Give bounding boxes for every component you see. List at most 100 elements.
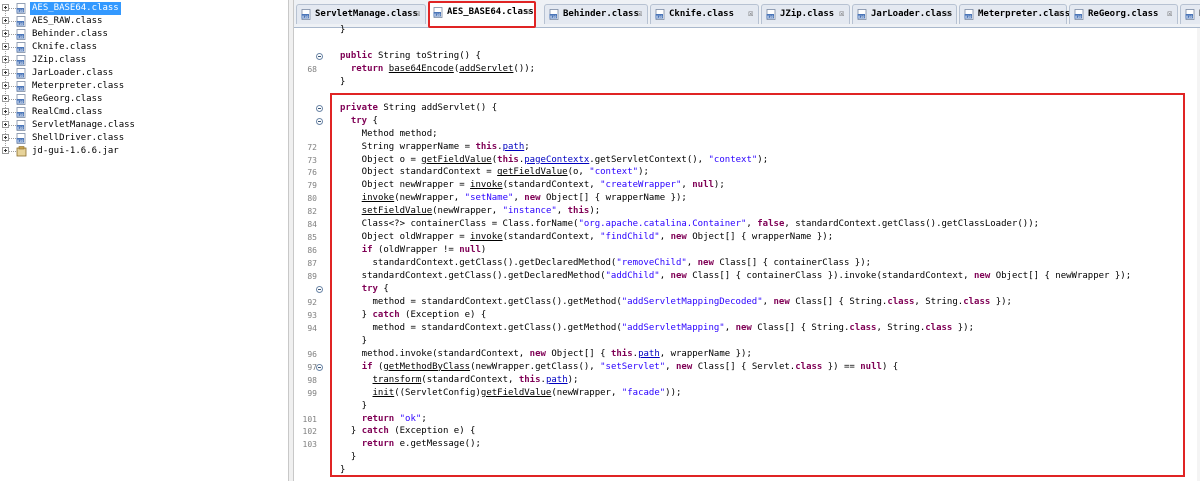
- code-text: return base64Encode(addServlet());: [340, 63, 535, 76]
- expand-toggle-icon[interactable]: [2, 121, 9, 128]
- expand-toggle-icon[interactable]: [2, 147, 9, 154]
- tree-item-label: Meterpreter.class: [32, 81, 125, 91]
- code-token: return: [350, 63, 389, 74]
- line-number: 76: [307, 168, 317, 178]
- code-token: public: [340, 50, 378, 61]
- close-tab-icon[interactable]: ☒: [946, 5, 951, 24]
- tree-connector: [9, 86, 16, 87]
- tab-label: JZip.class: [780, 9, 835, 19]
- tree-connector: [9, 112, 16, 113]
- class-file-icon: 010: [16, 81, 27, 92]
- svg-text:010: 010: [17, 74, 24, 78]
- close-tab-icon[interactable]: ☒: [415, 5, 420, 24]
- line-number: 99: [307, 388, 317, 398]
- line-number: 93: [307, 310, 317, 320]
- class-file-icon: 010: [766, 9, 777, 20]
- svg-text:010: 010: [302, 15, 309, 19]
- expand-toggle-icon[interactable]: [2, 4, 9, 11]
- expand-toggle-icon[interactable]: [2, 108, 9, 115]
- svg-text:010: 010: [17, 139, 24, 143]
- class-file-icon: 010: [964, 9, 975, 20]
- code-text: public String toString() {: [340, 50, 481, 63]
- expand-toggle-icon[interactable]: [2, 43, 9, 50]
- tree-connector: [9, 8, 16, 9]
- class-file-icon: 010: [16, 3, 27, 14]
- tree-item-label: Cknife.class: [32, 42, 98, 52]
- close-tab-icon[interactable]: ☒: [637, 5, 642, 24]
- code-token: }: [340, 25, 346, 35]
- expand-toggle-icon[interactable]: [2, 56, 9, 63]
- line-number: 68: [307, 64, 317, 74]
- tree-connector: [9, 21, 16, 22]
- svg-text:010: 010: [17, 113, 24, 117]
- close-tab-icon[interactable]: ☒: [1056, 5, 1061, 24]
- close-tab-icon[interactable]: ☒: [839, 5, 844, 24]
- expand-toggle-icon[interactable]: [2, 17, 9, 24]
- expand-toggle-icon[interactable]: [2, 30, 9, 37]
- code-line: }: [294, 24, 1194, 37]
- editor-tab[interactable]: 010 JarLoader.class ☒: [852, 4, 957, 24]
- method-highlight-box: [330, 93, 1185, 477]
- code-line: 68 return base64Encode(addServlet());: [294, 63, 1194, 76]
- expand-toggle-icon[interactable]: [2, 82, 9, 89]
- collapse-fold-icon[interactable]: [316, 52, 323, 60]
- svg-text:010: 010: [1186, 15, 1193, 19]
- close-tab-icon[interactable]: ☒: [1167, 5, 1172, 24]
- tab-label: ServletManage.class: [315, 9, 418, 19]
- line-number: 79: [307, 181, 317, 191]
- editor-tab[interactable]: 010 Behinder.class ☒: [544, 4, 648, 24]
- line-number: 92: [307, 297, 317, 307]
- code-line: public String toString() {: [294, 50, 1194, 63]
- expand-toggle-icon[interactable]: [2, 95, 9, 102]
- svg-text:010: 010: [17, 126, 24, 130]
- line-number: 94: [307, 323, 317, 333]
- class-file-icon: 010: [16, 68, 27, 79]
- collapse-fold-icon[interactable]: [316, 104, 323, 112]
- line-number: 82: [307, 207, 317, 217]
- class-file-icon: 010: [16, 107, 27, 118]
- line-number: 85: [307, 233, 317, 243]
- line-number: 97: [307, 362, 317, 372]
- tree-connector: [9, 34, 16, 35]
- class-file-icon: 010: [1074, 9, 1085, 20]
- expand-toggle-icon[interactable]: [2, 69, 9, 76]
- tree-connector: [9, 73, 16, 74]
- tree-item-label: Behinder.class: [32, 29, 108, 39]
- svg-text:010: 010: [767, 15, 774, 19]
- svg-text:010: 010: [656, 15, 663, 19]
- svg-text:010: 010: [858, 15, 865, 19]
- svg-text:010: 010: [965, 15, 972, 19]
- class-file-icon: 010: [16, 55, 27, 66]
- code-token: ());: [513, 63, 536, 74]
- editor-tab[interactable]: 010 JZip.class ☒: [761, 4, 850, 24]
- code-text: }: [340, 76, 345, 89]
- svg-text:010: 010: [17, 100, 24, 104]
- editor-tab[interactable]: 010 Meterpreter.class ☒: [959, 4, 1070, 24]
- collapse-fold-icon[interactable]: [316, 286, 323, 293]
- class-file-icon: 010: [857, 9, 868, 20]
- editor-tab[interactable]: 010Rea: [1180, 4, 1200, 24]
- editor-tab[interactable]: 010 ReGeorg.class ☒: [1069, 4, 1178, 24]
- tree-connector: [9, 125, 16, 126]
- tree-item-label: ReGeorg.class: [32, 94, 103, 104]
- line-number: 101: [302, 414, 317, 424]
- close-tab-icon[interactable]: ☒: [748, 5, 753, 24]
- code-token: addServlet: [459, 63, 514, 74]
- line-number: 80: [307, 194, 317, 204]
- code-token: String toString() {: [377, 50, 481, 61]
- editor-tab[interactable]: 010 Cknife.class ☒: [650, 4, 759, 24]
- expand-toggle-icon[interactable]: [2, 134, 9, 141]
- tree-item-label: AES_RAW.class: [32, 16, 103, 26]
- collapse-fold-icon[interactable]: [316, 117, 323, 125]
- tree-item-label: ShellDriver.class: [32, 133, 125, 143]
- editor-tab[interactable]: 010 ServletManage.class ☒: [296, 4, 426, 24]
- svg-text:010: 010: [17, 35, 24, 39]
- tree-item-label: JarLoader.class: [32, 68, 114, 78]
- collapse-fold-icon[interactable]: [316, 363, 323, 371]
- svg-text:010: 010: [1075, 15, 1082, 19]
- class-file-icon: 010: [655, 9, 666, 20]
- line-number: 84: [307, 220, 317, 230]
- class-file-icon: 010: [16, 29, 27, 40]
